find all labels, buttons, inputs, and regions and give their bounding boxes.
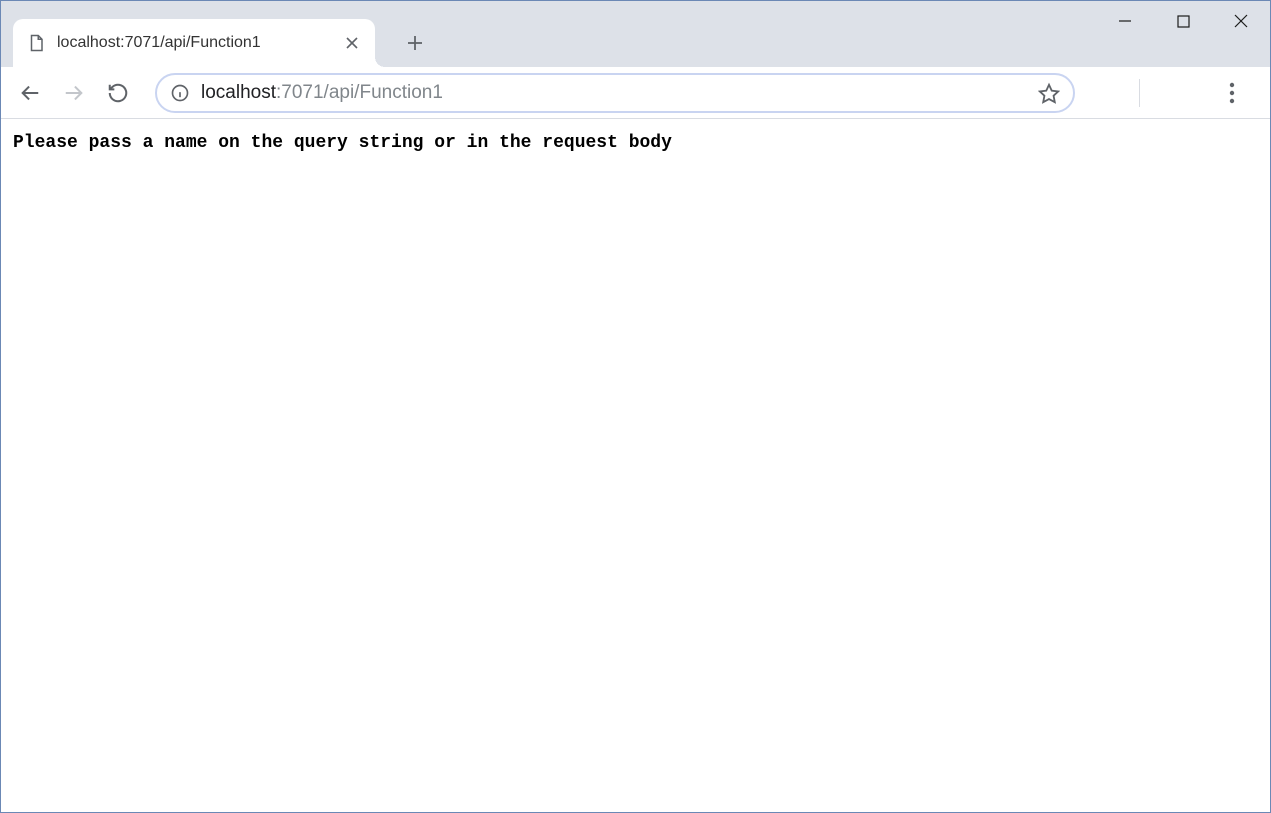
url-host: localhost — [201, 82, 276, 103]
window-close-button[interactable] — [1212, 1, 1270, 41]
tab-active[interactable]: localhost:7071/api/Function1 — [13, 19, 375, 67]
url-text[interactable]: localhost:7071/api/Function1 — [201, 82, 1027, 104]
window-maximize-button[interactable] — [1154, 1, 1212, 41]
new-tab-button[interactable] — [397, 25, 433, 61]
window-titlebar[interactable] — [1, 1, 1270, 15]
toolbar-separator — [1139, 79, 1140, 107]
browser-window: localhost:7071/api/Function1 — [0, 0, 1271, 813]
tab-close-button[interactable] — [343, 34, 361, 52]
address-bar[interactable]: localhost:7071/api/Function1 — [155, 73, 1075, 113]
reload-button[interactable] — [99, 74, 137, 112]
page-content: Please pass a name on the query string o… — [1, 119, 1270, 812]
forward-button[interactable] — [55, 74, 93, 112]
tab-strip: localhost:7071/api/Function1 — [1, 15, 1270, 67]
response-body-text: Please pass a name on the query string o… — [13, 133, 1258, 153]
toolbar: localhost:7071/api/Function1 — [1, 67, 1270, 119]
page-icon — [27, 34, 45, 52]
window-minimize-button[interactable] — [1096, 1, 1154, 41]
bookmark-star-icon[interactable] — [1037, 81, 1061, 105]
back-button[interactable] — [11, 74, 49, 112]
browser-menu-button[interactable] — [1212, 73, 1252, 113]
tab-title: localhost:7071/api/Function1 — [57, 34, 331, 52]
url-path: :7071/api/Function1 — [276, 82, 443, 103]
window-controls — [1096, 1, 1270, 49]
site-info-icon[interactable] — [169, 82, 191, 104]
